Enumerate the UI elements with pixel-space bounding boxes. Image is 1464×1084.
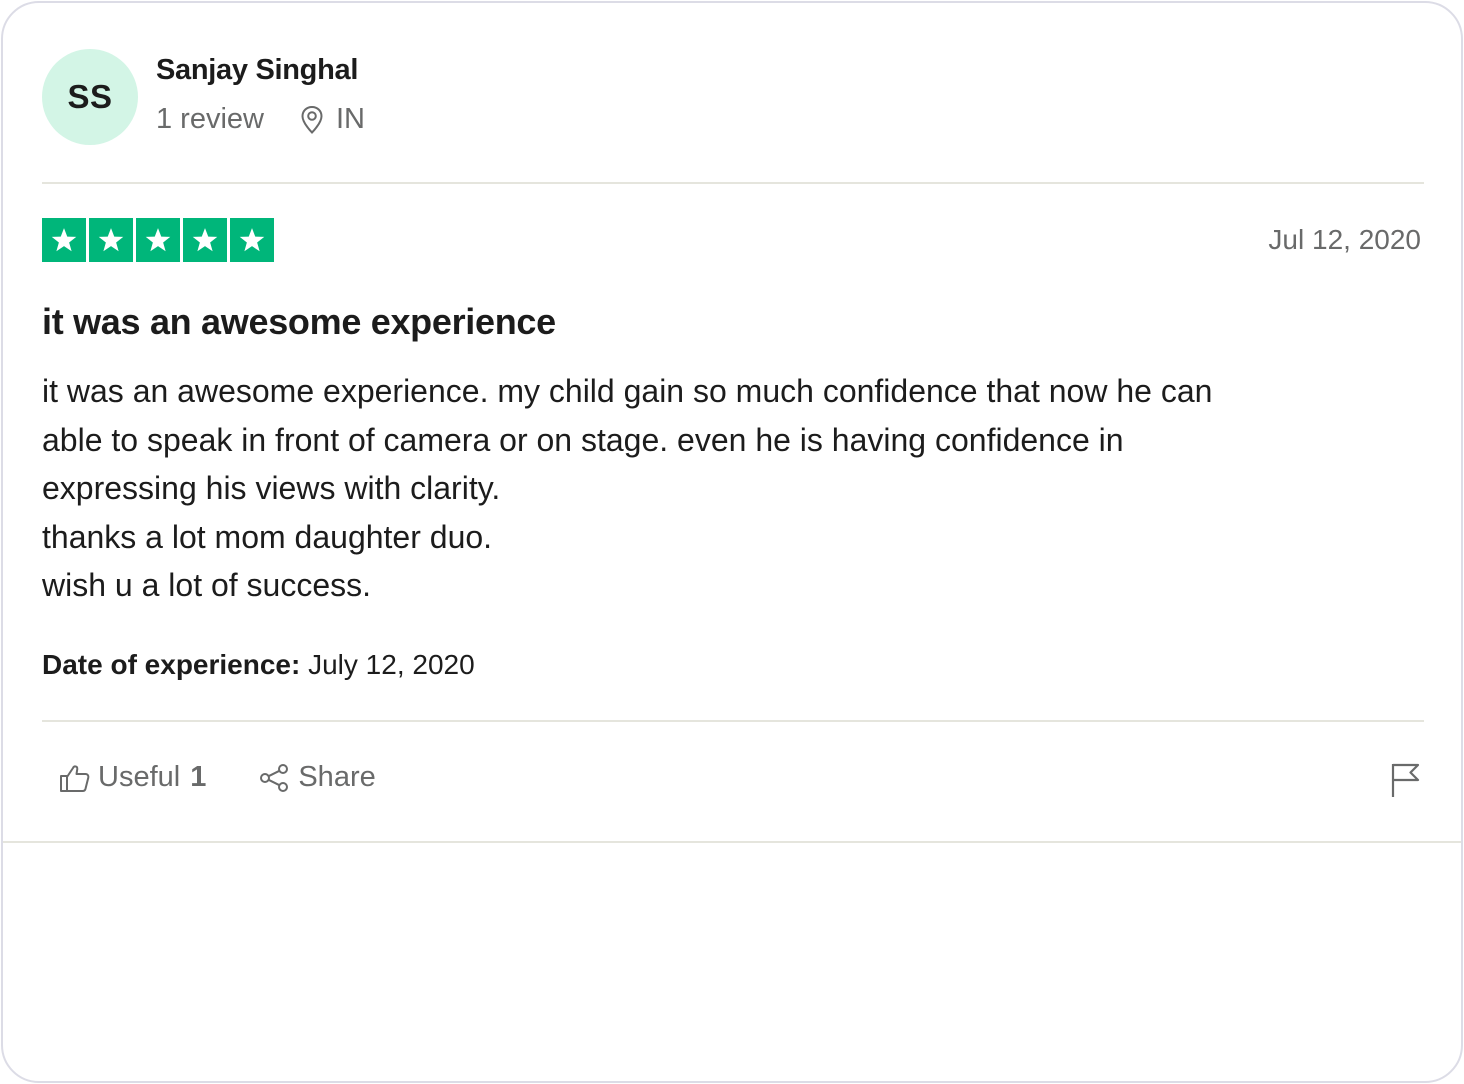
review-title[interactable]: it was an awesome experience (42, 301, 556, 343)
review-actions: Useful 1 Share (58, 761, 376, 794)
experience-label: Date of experience: (42, 649, 301, 680)
review-card: SS Sanjay Singhal 1 review IN Jul 12, 20… (3, 3, 1461, 843)
thumbs-up-icon (60, 764, 90, 792)
star-rating (42, 218, 274, 262)
reviewer-meta: 1 review IN (156, 103, 365, 136)
report-button[interactable] (1389, 761, 1421, 804)
useful-label: Useful (98, 761, 181, 793)
review-body: it was an awesome experience. my child g… (42, 373, 1213, 603)
useful-button[interactable]: Useful 1 (58, 761, 206, 794)
flag-icon (1391, 763, 1420, 797)
date-of-experience: Date of experience: July 12, 2020 (42, 649, 475, 681)
star-icon (136, 218, 180, 262)
footer-divider (42, 720, 1424, 722)
reviewer-location: IN (300, 103, 365, 136)
star-icon (42, 218, 86, 262)
share-label: Share (298, 761, 376, 793)
reviewer-name[interactable]: Sanjay Singhal (156, 54, 358, 87)
star-icon (89, 218, 133, 262)
share-button[interactable]: Share (258, 761, 376, 794)
share-icon (260, 763, 289, 792)
review-count: 1 review (156, 103, 264, 135)
country-code: IN (336, 103, 365, 135)
star-icon (183, 218, 227, 262)
location-pin-icon (301, 105, 323, 134)
experience-date: July 12, 2020 (308, 649, 475, 680)
avatar[interactable]: SS (42, 49, 138, 145)
review-date: Jul 12, 2020 (1268, 224, 1421, 255)
useful-count: 1 (190, 761, 207, 793)
review-frame: SS Sanjay Singhal 1 review IN Jul 12, 20… (1, 1, 1463, 1083)
star-icon (230, 218, 274, 262)
header-divider (42, 182, 1424, 184)
